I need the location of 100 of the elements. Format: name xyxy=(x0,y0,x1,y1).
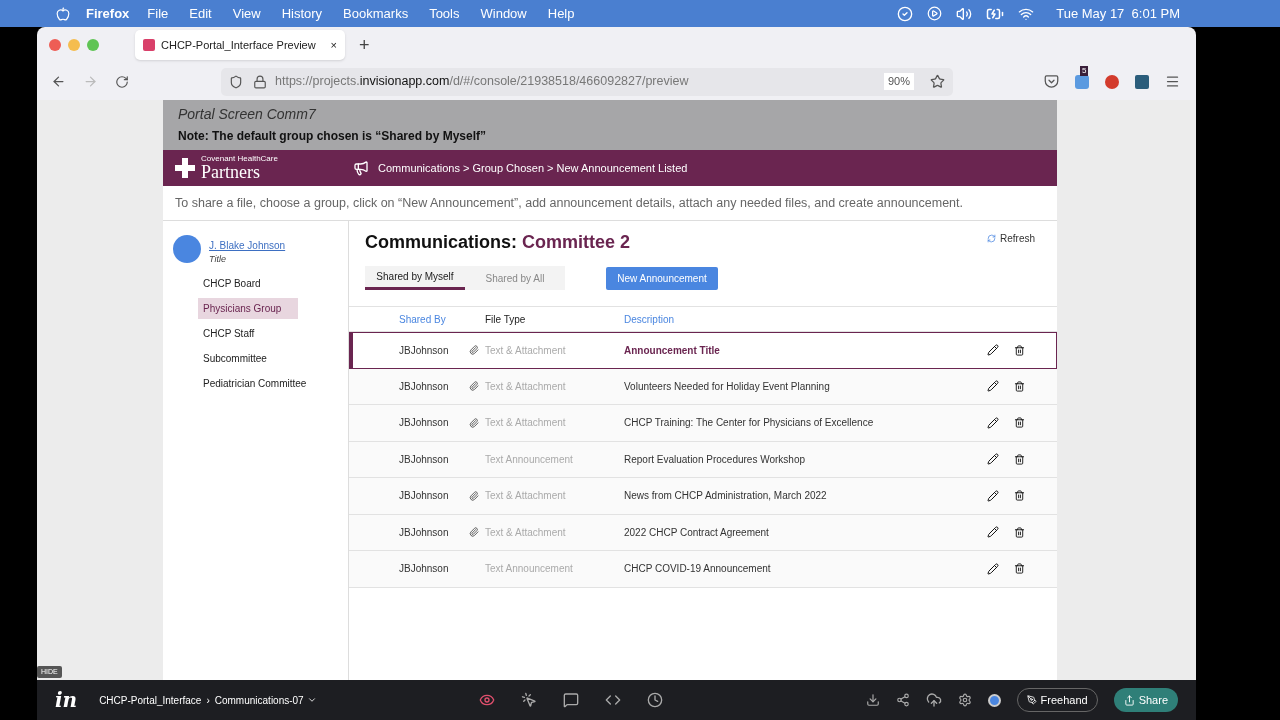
delete-icon[interactable] xyxy=(1014,563,1025,575)
reload-icon[interactable] xyxy=(115,74,129,89)
delete-icon[interactable] xyxy=(1014,453,1025,465)
pocket-icon[interactable] xyxy=(1044,74,1059,89)
table-row[interactable]: JBJohnson Text & Attachment News from CHCP Administration, March 2022 xyxy=(349,478,1057,515)
table-row[interactable]: JBJohnson Text & Attachment Volunteers Needed for Holiday Event Planning xyxy=(349,368,1057,405)
group-item[interactable]: CHCP Board xyxy=(198,272,298,294)
menu-item[interactable]: Firefox xyxy=(86,3,130,24)
apple-icon[interactable] xyxy=(56,6,70,21)
delete-icon[interactable] xyxy=(1014,344,1025,356)
table-row[interactable]: JBJohnson Text & Attachment 2022 CHCP Contract Agreement xyxy=(349,514,1057,551)
page-title: Communications: Committee 2 xyxy=(365,231,631,254)
edit-icon[interactable] xyxy=(987,416,999,429)
cloud-upload-icon[interactable] xyxy=(925,692,942,708)
megaphone-icon xyxy=(353,160,369,176)
table-row[interactable]: JBJohnson Text & Attachment CHCP Training: The Center for Physicians of Excellence xyxy=(349,405,1057,442)
table-cell-text: Text & Attachment xyxy=(485,525,567,540)
edit-icon[interactable] xyxy=(987,380,999,393)
table-cell-text: 2022 CHCP Contract Agreement xyxy=(624,525,770,540)
edit-icon[interactable] xyxy=(987,344,999,357)
table-cell-text: Text & Attachment xyxy=(485,379,567,394)
refresh-icon xyxy=(987,234,996,243)
menu-item[interactable]: File xyxy=(147,3,169,24)
tab[interactable]: Shared by Myself xyxy=(365,266,465,290)
refresh-button[interactable]: Refresh xyxy=(987,231,1035,246)
edit-icon[interactable] xyxy=(987,453,999,466)
table-cell-text: CHCP Training: The Center for Physicians of Excellence xyxy=(624,416,875,431)
play-icon[interactable] xyxy=(927,6,943,21)
close-window-button[interactable] xyxy=(49,39,61,51)
logo-title: Partners xyxy=(201,163,261,181)
annotation-title: Portal Screen Comm7 xyxy=(178,105,317,124)
table-cell-text: JBJohnson xyxy=(399,343,450,358)
table-cell-text: JBJohnson xyxy=(399,489,450,504)
group-item[interactable]: CHCP Staff xyxy=(198,322,298,344)
delete-icon[interactable] xyxy=(1014,417,1025,429)
zoom-level[interactable]: 90% xyxy=(883,73,914,90)
annotation-note: Note: The default group chosen is “Shared by Myself” xyxy=(178,128,488,145)
menu-item[interactable]: Bookmarks xyxy=(343,3,409,24)
tab-title: CHCP-Portal_Interface Preview xyxy=(161,37,317,53)
delete-icon[interactable] xyxy=(1014,380,1025,392)
delete-icon[interactable] xyxy=(1014,490,1025,502)
comment-icon[interactable] xyxy=(563,692,580,708)
notification-badge: 5 xyxy=(1080,65,1089,76)
share-nodes-icon[interactable] xyxy=(895,693,910,707)
column-header: Shared By xyxy=(399,312,447,327)
avatar xyxy=(173,235,201,263)
delete-icon[interactable] xyxy=(1014,526,1025,538)
clock: Tue May 17 6:01 PM xyxy=(1056,4,1180,23)
menu-item[interactable]: Help xyxy=(547,3,575,24)
menu-item[interactable]: Edit xyxy=(189,3,212,24)
code-icon[interactable] xyxy=(605,692,622,708)
new-announcement-button[interactable]: New Announcement xyxy=(606,266,718,290)
new-tab-button[interactable]: + xyxy=(359,31,370,59)
close-tab-icon[interactable]: × xyxy=(330,36,337,54)
check-icon[interactable] xyxy=(897,5,914,22)
lock-icon[interactable] xyxy=(253,74,267,89)
menu-item[interactable]: Tools xyxy=(429,3,460,24)
table-row[interactable]: JBJohnson Text Announcement CHCP COVID-19 Announcement xyxy=(349,551,1057,588)
edit-icon[interactable] xyxy=(987,562,999,575)
dropdown-icon[interactable] xyxy=(306,695,317,705)
shield-icon[interactable] xyxy=(229,74,243,89)
share-icon xyxy=(1123,694,1135,706)
screen-name[interactable]: Communications-07 xyxy=(214,692,304,708)
edit-icon[interactable] xyxy=(987,526,999,539)
menu-item[interactable]: View xyxy=(232,3,261,24)
table-row[interactable]: JBJohnson Text Announcement Report Evaluation Procedures Workshop xyxy=(349,441,1057,478)
table-cell-text: Text Announcement xyxy=(485,562,574,577)
preview-icon[interactable] xyxy=(479,692,496,708)
group-item[interactable]: Pediatrician Committee xyxy=(198,372,312,394)
table-cell-text: Text Announcement xyxy=(485,452,574,467)
back-icon[interactable] xyxy=(51,74,66,89)
download-icon[interactable] xyxy=(865,693,880,707)
share-button[interactable]: Share xyxy=(1113,688,1178,712)
table-cell-text: CHCP COVID-19 Announcement xyxy=(624,562,772,577)
group-item[interactable]: Subcommittee xyxy=(198,347,298,369)
separator-text: › xyxy=(206,693,210,708)
settings-icon[interactable] xyxy=(957,693,972,707)
address-bar[interactable]: https://projects.invisionapp.com/d/#/console/21938518/466092827/preview 90% xyxy=(221,67,953,96)
instructions: To share a file, choose a group, click on “New Announcement”, add announcement details, attach any needed files, and create announcement. xyxy=(163,186,1057,221)
menu-icon[interactable] xyxy=(1165,74,1180,89)
table-row[interactable]: JBJohnson Text & Attachment Announcement Title xyxy=(349,332,1057,369)
breadcrumb: Communications > Group Chosen > New Announcement Listed xyxy=(378,160,688,176)
invision-logo[interactable]: in xyxy=(55,685,78,715)
user-title: Title xyxy=(209,253,227,266)
user-name-link[interactable]: J. Blake Johnson xyxy=(209,238,286,253)
table-cell-text: JBJohnson xyxy=(399,416,450,431)
menu-item[interactable]: History xyxy=(281,3,323,24)
group-item[interactable]: Physicians Group xyxy=(198,297,298,319)
table-cell-text: Text & Attachment xyxy=(485,343,567,358)
table-cell-text: JBJohnson xyxy=(399,562,450,577)
edit-icon[interactable] xyxy=(987,489,999,502)
project-name[interactable]: CHCP-Portal_Interface xyxy=(99,692,202,708)
volume-icon[interactable] xyxy=(956,5,973,22)
browser-tab[interactable]: CHCP-Portal_Interface Preview × xyxy=(135,30,345,60)
bookmark-star-icon[interactable] xyxy=(930,74,945,89)
inspect-icon[interactable] xyxy=(521,692,538,708)
menu-item[interactable]: Window xyxy=(480,3,527,24)
table-cell-text: Volunteers Needed for Holiday Event Planning xyxy=(624,379,831,394)
history-icon[interactable] xyxy=(647,692,664,708)
column-header: Description xyxy=(624,312,675,327)
